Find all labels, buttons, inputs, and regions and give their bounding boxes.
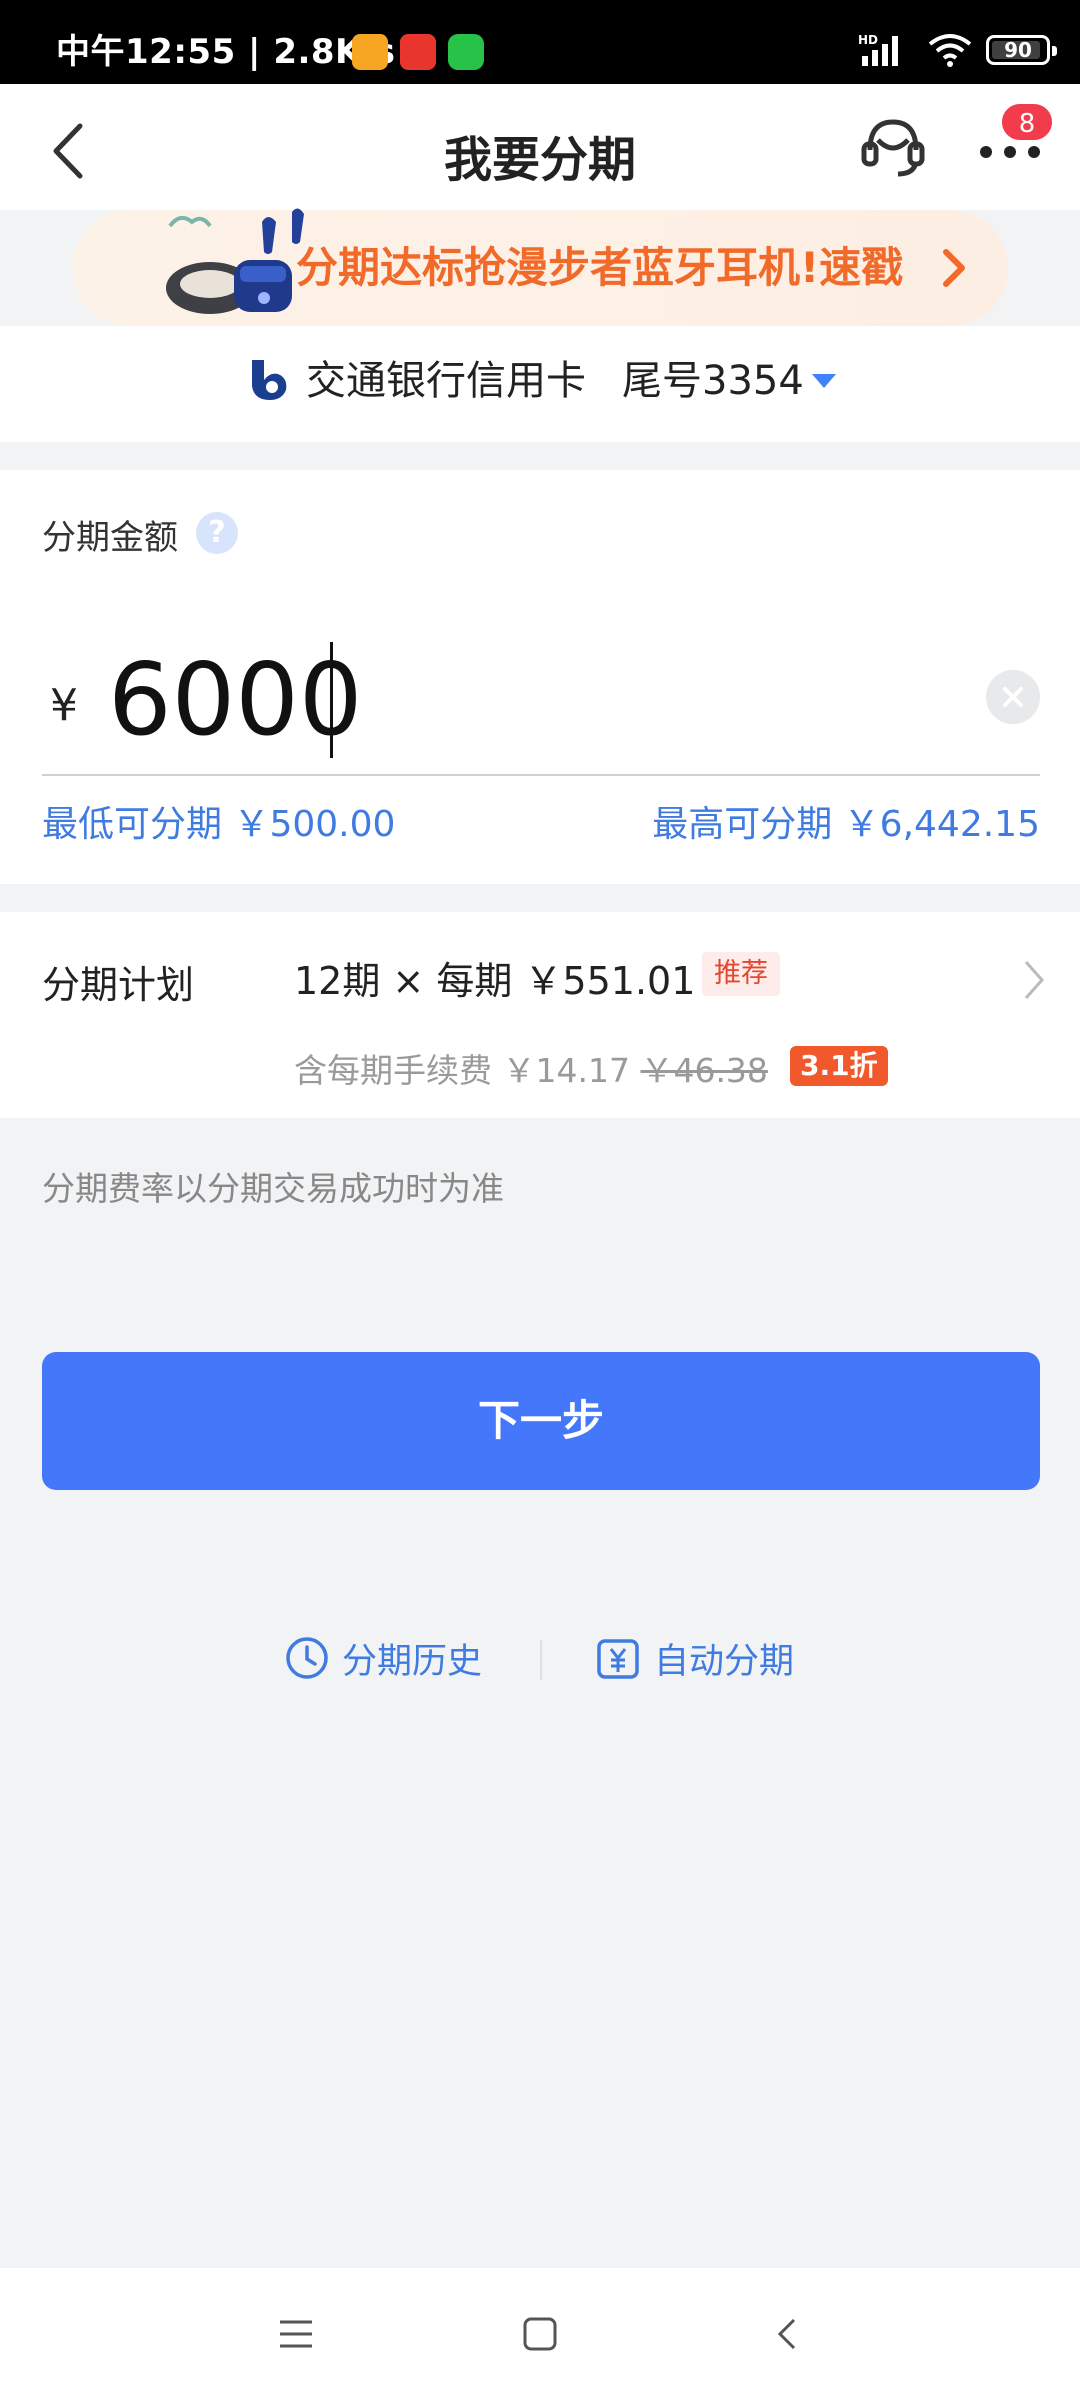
discount-badge: 3.1折	[790, 1046, 888, 1086]
back-nav-icon[interactable]	[770, 2316, 806, 2352]
signal-icon: HD	[858, 33, 898, 66]
fee-text: 含每期手续费 ￥14.17 ￥46.38	[294, 1044, 768, 1092]
bank-logo-icon	[252, 360, 287, 400]
plan-detail: 12期 × 每期 ￥551.01	[294, 959, 696, 1003]
amount-label: 分期金额	[42, 518, 178, 558]
signal-hd-label: HD	[858, 33, 878, 47]
home-icon[interactable]	[522, 2316, 558, 2352]
status-bar: 中午12:55 | 2.8K/s HD 90	[0, 0, 1080, 84]
fee-original: ￥46.38	[640, 1051, 768, 1090]
auto-yen-icon	[597, 1639, 639, 1679]
calendar-app-icon	[400, 34, 436, 70]
auto-installment-link[interactable]: 自动分期	[594, 1630, 794, 1686]
bank-name: 交通银行信用卡	[306, 358, 586, 404]
next-button[interactable]: 下一步	[42, 1352, 1040, 1490]
clock-icon	[286, 1637, 328, 1679]
status-time: 中午12:55 | 2.8K/s	[56, 32, 396, 72]
banner-text: 分期达标抢漫步者蓝牙耳机!速戳	[296, 243, 904, 292]
max-amount: 最高可分期 ￥6,442.15	[652, 804, 1040, 845]
dropdown-triangle-icon	[812, 374, 836, 388]
chevron-right-icon[interactable]	[1022, 958, 1046, 1002]
menu-icon[interactable]	[278, 2316, 314, 2352]
battery-icon: 90	[986, 35, 1057, 65]
fee-prefix: 含每期手续费 ￥14.17	[294, 1051, 641, 1090]
history-link[interactable]: 分期历史	[284, 1630, 482, 1686]
rate-note: 分期费率以分期交易成功时为准	[42, 1169, 504, 1208]
wifi-icon	[928, 34, 972, 67]
plan-label: 分期计划	[42, 963, 195, 1007]
input-underline	[42, 774, 1040, 776]
customer-service-icon[interactable]	[858, 112, 928, 182]
nav-bar: 我要分期 8	[0, 84, 1080, 210]
card-selector[interactable]: 交通银行信用卡 尾号3354	[0, 326, 1080, 442]
notes-app-icon	[352, 34, 388, 70]
amount-input[interactable]: 6000	[108, 640, 363, 760]
promo-banner[interactable]: 分期达标抢漫步者蓝牙耳机!速戳	[72, 208, 1008, 326]
amount-section: 分期金额 ? ¥ 6000 最低可分期 ￥500.00 最高可分期 ￥6,442…	[0, 470, 1080, 884]
notification-badge: 8	[1000, 102, 1054, 142]
chevron-right-icon	[943, 249, 965, 287]
auto-label: 自动分期	[654, 1641, 795, 1682]
help-icon[interactable]: ?	[196, 512, 238, 554]
clear-icon[interactable]	[986, 670, 1040, 724]
card-tail-number: 尾号3354	[622, 358, 804, 404]
battery-level: 90	[1004, 38, 1032, 62]
wechat-icon	[448, 34, 484, 70]
status-right: HD 90	[858, 30, 1057, 70]
min-amount: 最低可分期 ￥500.00	[42, 804, 396, 845]
footer-divider	[540, 1640, 542, 1680]
currency-symbol: ¥	[50, 680, 78, 731]
history-label: 分期历史	[342, 1641, 483, 1682]
text-cursor	[330, 642, 333, 758]
system-nav-bar	[0, 2268, 1080, 2400]
recommend-tag: 推荐	[702, 952, 780, 996]
plan-section[interactable]: 分期计划 12期 × 每期 ￥551.01 推荐 含每期手续费 ￥14.17 ￥…	[0, 912, 1080, 1118]
